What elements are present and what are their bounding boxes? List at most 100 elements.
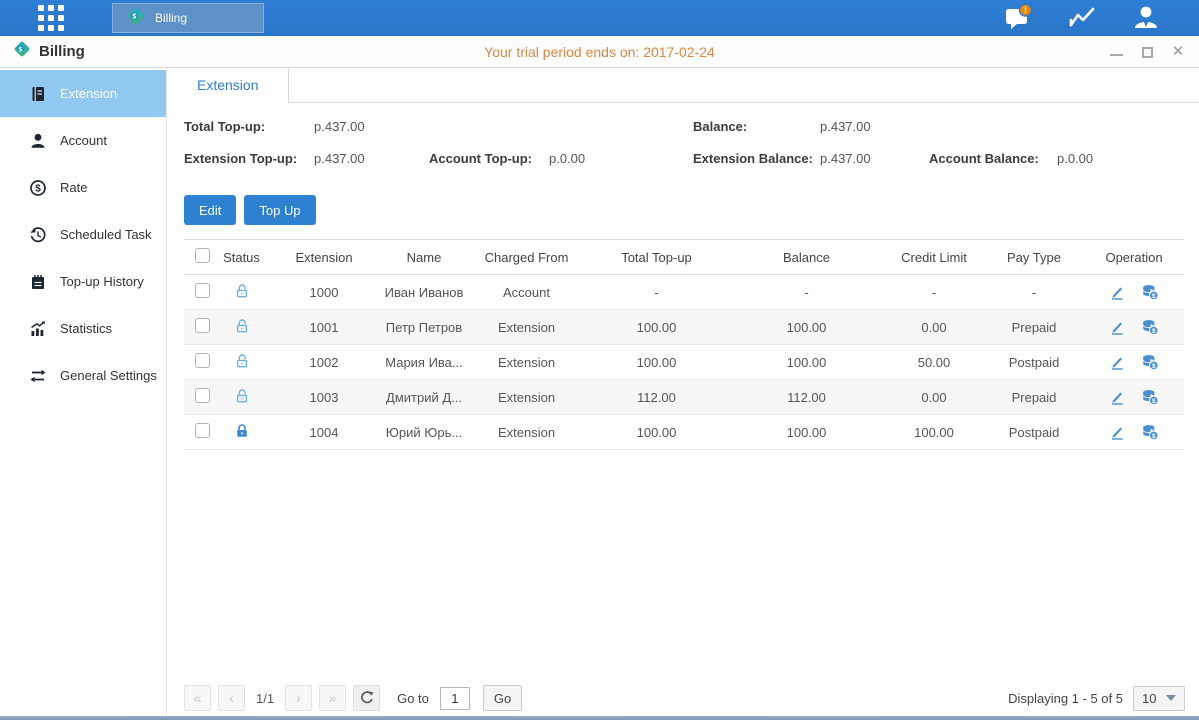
sidebar-item-account[interactable]: Account: [0, 117, 166, 164]
sidebar-item-general-settings[interactable]: General Settings: [0, 352, 166, 399]
dollar-circle-icon: $: [29, 179, 47, 197]
operation-cell: $: [1084, 388, 1184, 406]
table-header-row: Status Extension Name Charged From Total…: [184, 240, 1184, 275]
extension-topup-value: p.437.00: [314, 151, 365, 166]
row-checkbox[interactable]: [195, 318, 210, 333]
pay-type-cell: Postpaid: [984, 345, 1084, 380]
column-header-status: Status: [214, 240, 269, 275]
top-up-coins-icon[interactable]: $: [1141, 388, 1159, 406]
svg-text:$: $: [19, 46, 23, 53]
balance-cell: -: [729, 275, 884, 310]
refresh-button[interactable]: [353, 685, 380, 711]
next-page-button[interactable]: ›: [285, 685, 312, 711]
sidebar-item-rate[interactable]: $ Rate: [0, 164, 166, 211]
app-grid-icon[interactable]: [36, 4, 66, 32]
sidebar-item-label: Account: [60, 133, 107, 148]
lock-open-icon: [234, 388, 250, 404]
table-row[interactable]: 1001Петр ПетровExtension100.00100.000.00…: [184, 310, 1184, 345]
balance-cell: 100.00: [729, 415, 884, 450]
row-checkbox[interactable]: [195, 353, 210, 368]
select-all-checkbox[interactable]: [195, 248, 210, 263]
sidebar-item-label: Rate: [60, 180, 87, 195]
top-up-coins-icon[interactable]: $: [1141, 423, 1159, 441]
status-cell: [214, 310, 269, 345]
account-topup-label: Account Top-up:: [429, 151, 532, 166]
notifications-chat-icon[interactable]: !: [1003, 3, 1033, 33]
window-title: Billing: [39, 43, 85, 60]
toolbar: Edit Top Up: [184, 195, 1199, 225]
first-page-button[interactable]: «: [184, 685, 211, 711]
operation-cell: $: [1084, 283, 1184, 301]
credit-limit-cell: 0.00: [884, 380, 984, 415]
goto-label: Go to: [397, 691, 429, 706]
balance-cell: 112.00: [729, 380, 884, 415]
top-up-coins-icon[interactable]: $: [1141, 353, 1159, 371]
last-page-button[interactable]: »: [319, 685, 346, 711]
taskbar-item-billing[interactable]: $ Billing: [112, 3, 264, 33]
taskbar-item-label: Billing: [155, 11, 187, 25]
operation-cell: $: [1084, 318, 1184, 336]
row-checkbox[interactable]: [195, 283, 210, 298]
extension-cell: 1001: [269, 310, 379, 345]
user-account-icon[interactable]: [1131, 3, 1161, 33]
goto-page-input[interactable]: [440, 687, 470, 710]
top-up-coins-icon[interactable]: $: [1141, 318, 1159, 336]
prev-page-button[interactable]: ‹: [218, 685, 245, 711]
resource-monitor-chart-icon[interactable]: [1067, 3, 1097, 33]
lock-open-icon: [234, 283, 250, 299]
table-row[interactable]: 1000Иван ИвановAccount----$: [184, 275, 1184, 310]
notepad-icon: [29, 273, 47, 291]
credit-limit-cell: -: [884, 275, 984, 310]
minimize-button[interactable]: [1109, 45, 1123, 59]
sidebar-item-extension[interactable]: Extension: [0, 70, 166, 117]
sidebar-item-topup-history[interactable]: Top-up History: [0, 258, 166, 305]
name-cell: Дмитрий Д...: [379, 380, 469, 415]
total-topup-cell: 112.00: [584, 380, 729, 415]
table-row[interactable]: 1004Юрий Юрь...Extension100.00100.00100.…: [184, 415, 1184, 450]
total-topup-value: p.437.00: [314, 119, 365, 134]
extension-cell: 1002: [269, 345, 379, 380]
sidebar: Extension Account $ Rate: [0, 68, 167, 716]
extension-cell: 1004: [269, 415, 379, 450]
edit-pencil-icon[interactable]: [1109, 389, 1125, 405]
edit-pencil-icon[interactable]: [1109, 424, 1125, 440]
page-indicator: 1/1: [256, 691, 274, 706]
svg-text:$: $: [1152, 363, 1156, 370]
row-checkbox[interactable]: [195, 423, 210, 438]
pay-type-cell: Prepaid: [984, 380, 1084, 415]
edit-pencil-icon[interactable]: [1109, 319, 1125, 335]
total-topup-cell: 100.00: [584, 415, 729, 450]
edit-button[interactable]: Edit: [184, 195, 236, 225]
tab-extension[interactable]: Extension: [167, 68, 289, 103]
row-checkbox[interactable]: [195, 388, 210, 403]
table-row[interactable]: 1003Дмитрий Д...Extension112.00112.000.0…: [184, 380, 1184, 415]
pay-type-cell: Prepaid: [984, 310, 1084, 345]
close-button[interactable]: ✕: [1171, 45, 1185, 59]
system-topbar: $ Billing !: [0, 0, 1199, 36]
edit-pencil-icon[interactable]: [1109, 354, 1125, 370]
column-header-extension: Extension: [269, 240, 379, 275]
window-bottom-edge: [0, 716, 1199, 720]
name-cell: Петр Петров: [379, 310, 469, 345]
sidebar-item-label: General Settings: [60, 368, 157, 383]
top-up-button[interactable]: Top Up: [244, 195, 315, 225]
edit-pencil-icon[interactable]: [1109, 284, 1125, 300]
balance-value: p.437.00: [820, 119, 871, 134]
sidebar-item-scheduled-task[interactable]: Scheduled Task: [0, 211, 166, 258]
charged-from-cell: Extension: [469, 345, 584, 380]
sidebar-item-label: Scheduled Task: [60, 227, 152, 242]
trial-notice: Your trial period ends on: 2017-02-24: [484, 44, 715, 60]
page-size-select[interactable]: 10: [1133, 686, 1185, 711]
sidebar-item-statistics[interactable]: Statistics: [0, 305, 166, 352]
column-header-balance: Balance: [729, 240, 884, 275]
maximize-button[interactable]: [1140, 45, 1154, 59]
account-balance-label: Account Balance:: [929, 151, 1039, 166]
column-header-total-topup: Total Top-up: [584, 240, 729, 275]
go-button[interactable]: Go: [483, 685, 522, 711]
ledger-icon: [29, 85, 47, 103]
table-row[interactable]: 1002Мария Ива...Extension100.00100.0050.…: [184, 345, 1184, 380]
balance-summary: Total Top-up: p.437.00 Balance: p.437.00…: [167, 103, 1199, 189]
column-header-pay-type: Pay Type: [984, 240, 1084, 275]
top-up-coins-icon[interactable]: $: [1141, 283, 1159, 301]
svg-text:!: !: [1024, 5, 1027, 15]
